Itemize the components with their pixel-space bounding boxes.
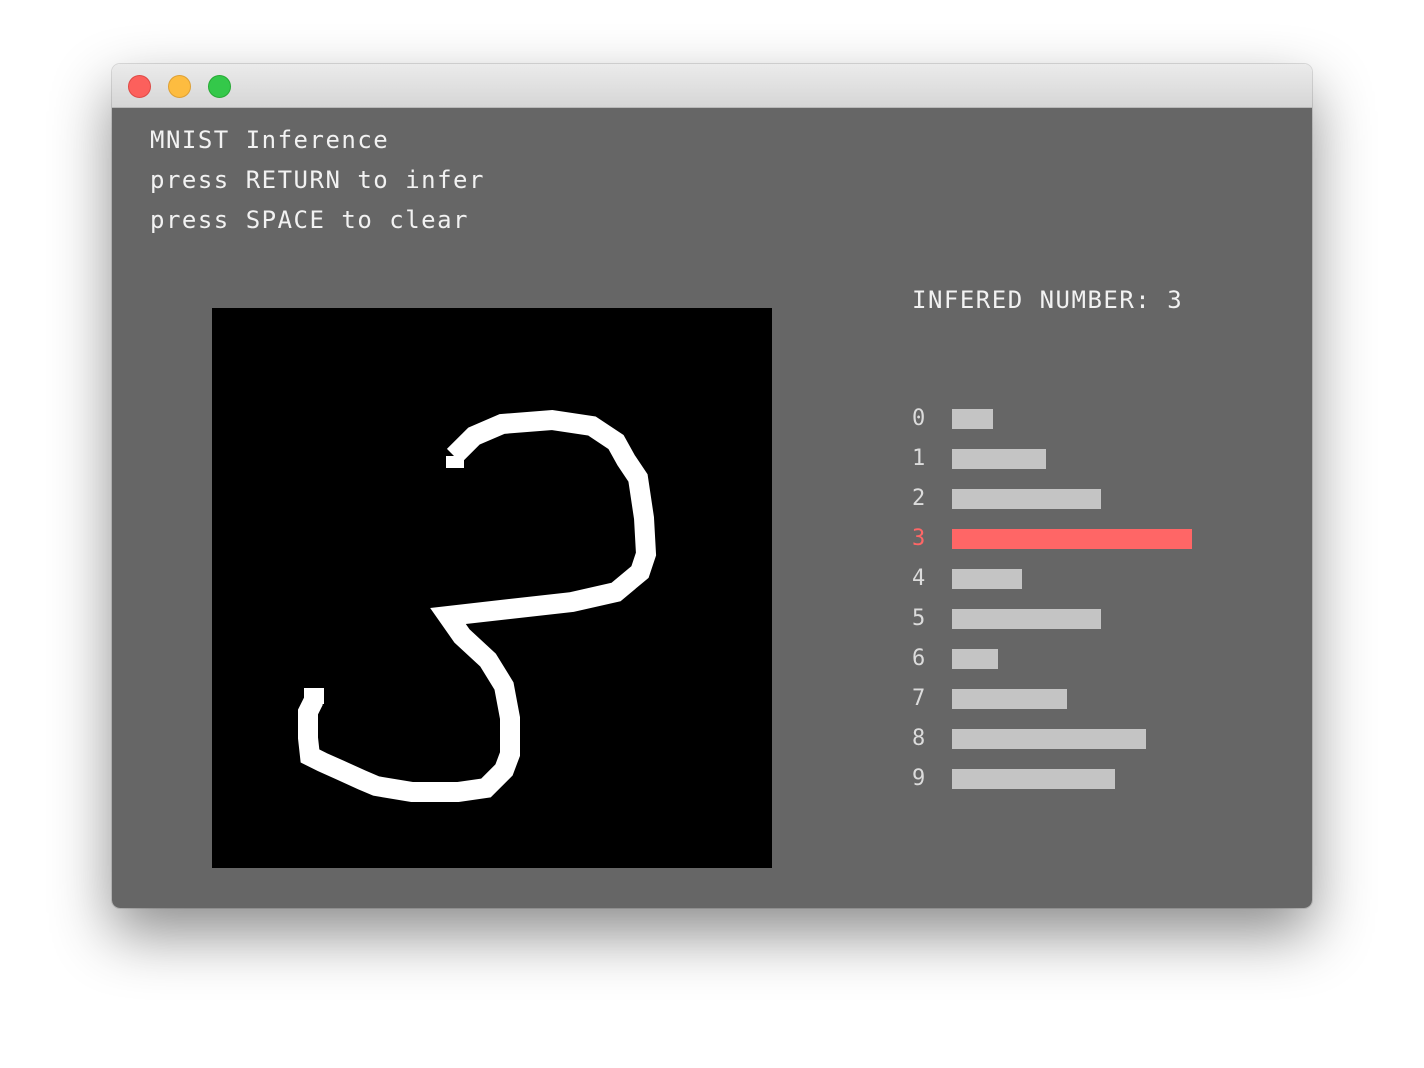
score-bar-0 [952,409,993,429]
score-bar-6 [952,649,998,669]
score-digit-label: 9 [912,766,926,791]
score-digit-label: 0 [912,406,926,431]
hint-space: press SPACE to clear [150,206,469,234]
score-bar-5 [952,609,1101,629]
app-window: MNIST Inference press RETURN to infer pr… [112,64,1312,908]
handwritten-digit-drawing [298,409,657,802]
hint-return: press RETURN to infer [150,166,485,194]
score-bar-9 [952,769,1115,789]
app-title: MNIST Inference [150,126,390,154]
minimize-button[interactable] [168,75,191,98]
score-bar-4 [952,569,1022,589]
score-digit-label: 2 [912,486,926,511]
score-digit-label: 3 [912,526,926,551]
close-button[interactable] [128,75,151,98]
score-digit-label: 6 [912,646,926,671]
score-digit-label: 8 [912,726,926,751]
app-content: MNIST Inference press RETURN to infer pr… [112,108,1312,908]
inferred-number-label: INFERED NUMBER: 3 [912,286,1184,314]
score-digit-label: 7 [912,686,926,711]
score-digit-label: 1 [912,446,926,471]
title-bar[interactable] [112,64,1312,108]
score-bar-1 [952,449,1046,469]
score-digit-label: 4 [912,566,926,591]
score-bar-8 [952,729,1146,749]
score-digit-label: 5 [912,606,926,631]
drawing-canvas[interactable] [212,308,772,868]
score-bar-7 [952,689,1067,709]
score-bar-3 [952,529,1192,549]
maximize-button[interactable] [208,75,231,98]
score-bar-2 [952,489,1101,509]
